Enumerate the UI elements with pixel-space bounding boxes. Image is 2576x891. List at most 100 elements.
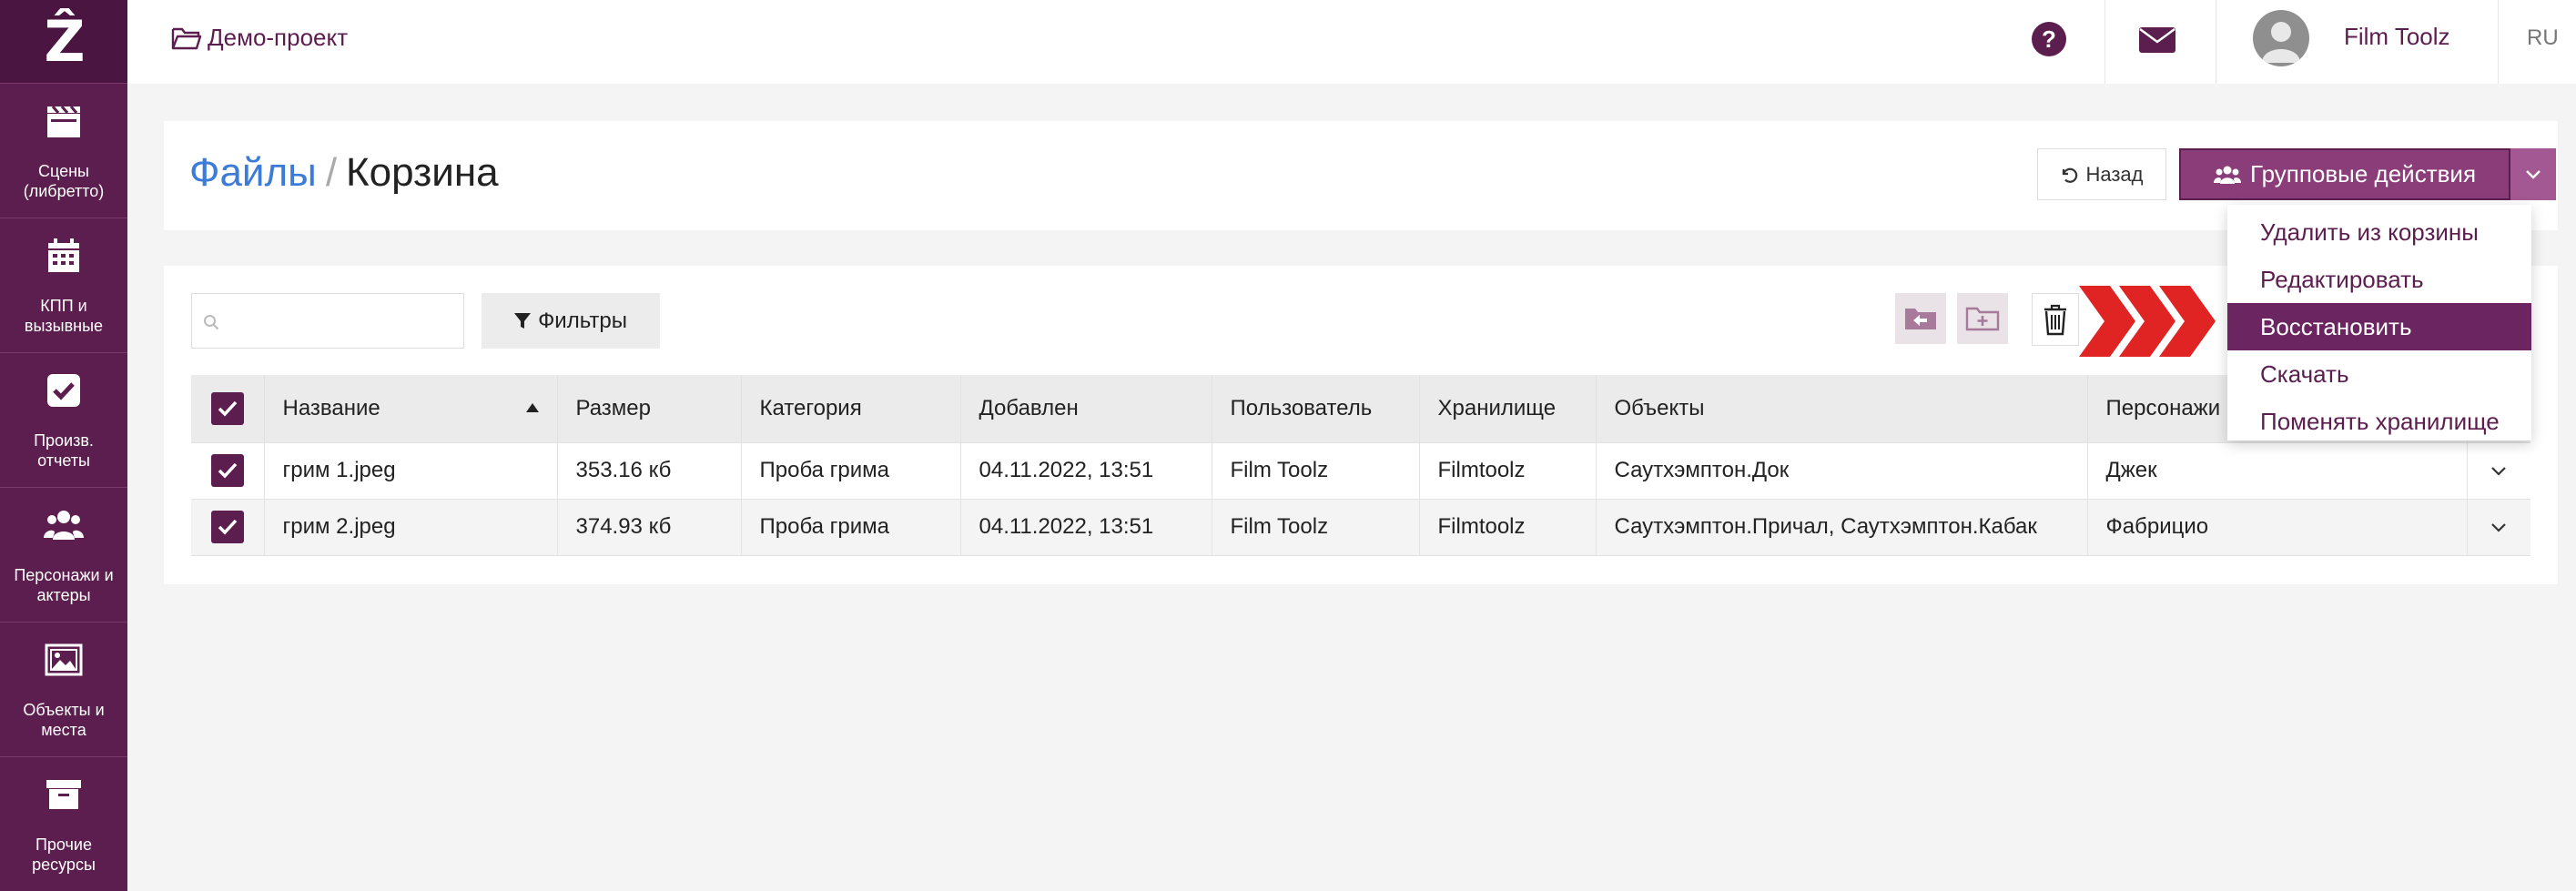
check-icon	[218, 519, 238, 535]
arrows-pointer-icon	[2079, 286, 2216, 357]
group-actions-label: Групповые действия	[2249, 160, 2477, 187]
files-panel: Фильтры Название Размер Категория Добавл…	[164, 266, 2558, 584]
cell-name: грим 2.jpeg	[264, 499, 558, 556]
group-actions-menu: Удалить из корзины Редактировать Восстан…	[2227, 205, 2531, 440]
column-label: Хранилище	[1437, 395, 1557, 420]
menu-item-edit[interactable]: Редактировать	[2227, 256, 2531, 303]
menu-item-change-storage[interactable]: Поменять хранилище	[2227, 398, 2531, 445]
cell-category: Проба грима	[741, 499, 961, 556]
group-actions-button[interactable]: Групповые действия	[2179, 148, 2510, 200]
project-name: Демо-проект	[208, 24, 349, 51]
back-button[interactable]: Назад	[2037, 148, 2166, 200]
sidebar-item-label: Произв. отчеты	[34, 430, 94, 470]
topbar-divider	[2104, 0, 2105, 84]
sidebar-item-other-resources[interactable]: Прочие ресурсы	[0, 757, 127, 891]
column-header-objects[interactable]: Объекты	[1596, 375, 2088, 443]
row-checkbox[interactable]	[210, 511, 244, 543]
users-icon	[2213, 166, 2241, 184]
sidebar-item-scenes[interactable]: Сцены (либретто)	[0, 84, 127, 218]
sidebar-item-label: КПП и вызывные	[24, 296, 104, 335]
cell-objects: Саутхэмптон.Док	[1596, 442, 2088, 500]
calendar-icon	[48, 238, 79, 272]
image-icon	[45, 643, 83, 675]
sidebar-item-reports[interactable]: Произв. отчеты	[0, 353, 127, 488]
cell-added: 04.11.2022, 13:51	[960, 442, 1212, 500]
user-name[interactable]: Film Toolz	[2344, 23, 2450, 51]
table-header-row: Название Размер Категория Добавлен Польз…	[191, 375, 2530, 443]
clapperboard-icon	[47, 105, 80, 137]
user-silhouette-icon	[2262, 22, 2300, 63]
check-square-icon	[47, 373, 80, 407]
search-input[interactable]	[228, 294, 461, 348]
row-checkbox-cell[interactable]	[191, 499, 265, 556]
column-label: Размер	[575, 395, 652, 420]
column-label: Объекты	[1614, 395, 1705, 420]
search-icon	[204, 315, 219, 330]
chevron-down-icon	[2526, 169, 2541, 179]
sidebar-item-label: Сцены (либретто)	[23, 161, 105, 200]
search-box[interactable]	[191, 293, 464, 349]
group-actions-toggle[interactable]	[2510, 148, 2556, 200]
row-checkbox-cell[interactable]	[191, 442, 265, 500]
cell-name: грим 1.jpeg	[264, 442, 558, 500]
archive-icon	[46, 779, 81, 809]
check-icon	[218, 462, 238, 479]
top-bar: Демо-проект ? Film Toolz RU	[127, 0, 2576, 84]
cell-storage: Filmtoolz	[1419, 499, 1597, 556]
chevron-down-icon	[2491, 523, 2507, 532]
column-header-name[interactable]: Название	[264, 375, 558, 443]
page-title: Корзина	[346, 150, 499, 195]
menu-item-restore[interactable]: Восстановить	[2227, 303, 2531, 350]
column-header-added[interactable]: Добавлен	[960, 375, 1212, 443]
column-label: Персонажи	[2105, 395, 2221, 420]
trash-icon	[2044, 304, 2066, 336]
column-header-size[interactable]: Размер	[557, 375, 742, 443]
project-link[interactable]: Демо-проект	[171, 24, 348, 52]
sidebar-item-call-sheets[interactable]: КПП и вызывные	[0, 218, 127, 353]
column-label: Пользователь	[1230, 395, 1373, 420]
breadcrumb-files-link[interactable]: Файлы	[189, 150, 317, 195]
topbar-divider	[2498, 0, 2499, 84]
mail-icon[interactable]	[2139, 25, 2175, 55]
page-header: Файлы / Корзина Назад Групповые действия	[164, 121, 2558, 230]
menu-item-delete-from-trash[interactable]: Удалить из корзины	[2227, 208, 2531, 256]
cell-added: 04.11.2022, 13:51	[960, 499, 1212, 556]
logo-letter: Ẑ	[44, 7, 86, 75]
avatar[interactable]	[2253, 10, 2309, 66]
column-header-storage[interactable]: Хранилище	[1419, 375, 1597, 443]
check-icon	[218, 400, 238, 417]
table-row[interactable]: грим 1.jpeg 353.16 кб Проба грима 04.11.…	[191, 442, 2530, 500]
breadcrumb-separator: /	[325, 150, 338, 195]
filters-button[interactable]: Фильтры	[482, 293, 660, 349]
help-icon[interactable]: ?	[2032, 22, 2066, 56]
chevron-down-icon	[2491, 467, 2507, 476]
row-expand-button[interactable]	[2467, 499, 2530, 556]
app-logo[interactable]: Ẑ	[0, 0, 127, 84]
row-expand-button[interactable]	[2467, 442, 2530, 500]
select-all-checkbox-cell[interactable]	[191, 375, 265, 443]
language-switch[interactable]: RU	[2527, 25, 2559, 51]
table-row[interactable]: грим 2.jpeg 374.93 кб Проба грима 04.11.…	[191, 499, 2530, 556]
sidebar-item-label: Персонажи и актеры	[14, 565, 114, 604]
undo-icon	[2063, 167, 2078, 183]
sidebar-item-characters[interactable]: Персонажи и актеры	[0, 488, 127, 623]
column-label: Название	[282, 395, 380, 420]
breadcrumb: Файлы / Корзина	[189, 150, 499, 196]
menu-item-download[interactable]: Скачать	[2227, 350, 2531, 398]
back-button-label: Назад	[2085, 162, 2144, 186]
files-table: Название Размер Категория Добавлен Польз…	[191, 375, 2530, 556]
new-folder-button[interactable]	[1957, 293, 2008, 344]
move-to-folder-button[interactable]	[1895, 293, 1946, 344]
cell-category: Проба грима	[741, 442, 961, 500]
row-checkbox[interactable]	[210, 454, 244, 487]
select-all-checkbox[interactable]	[210, 391, 244, 425]
cell-characters: Фабрицио	[2087, 499, 2468, 556]
sidebar-item-label: Объекты и места	[23, 700, 105, 739]
column-label: Категория	[759, 395, 862, 420]
cell-size: 353.16 кб	[557, 442, 742, 500]
column-header-category[interactable]: Категория	[741, 375, 961, 443]
delete-button[interactable]	[2032, 293, 2079, 346]
column-header-user[interactable]: Пользователь	[1212, 375, 1420, 443]
filter-icon	[514, 312, 532, 329]
sidebar-item-locations[interactable]: Объекты и места	[0, 623, 127, 757]
